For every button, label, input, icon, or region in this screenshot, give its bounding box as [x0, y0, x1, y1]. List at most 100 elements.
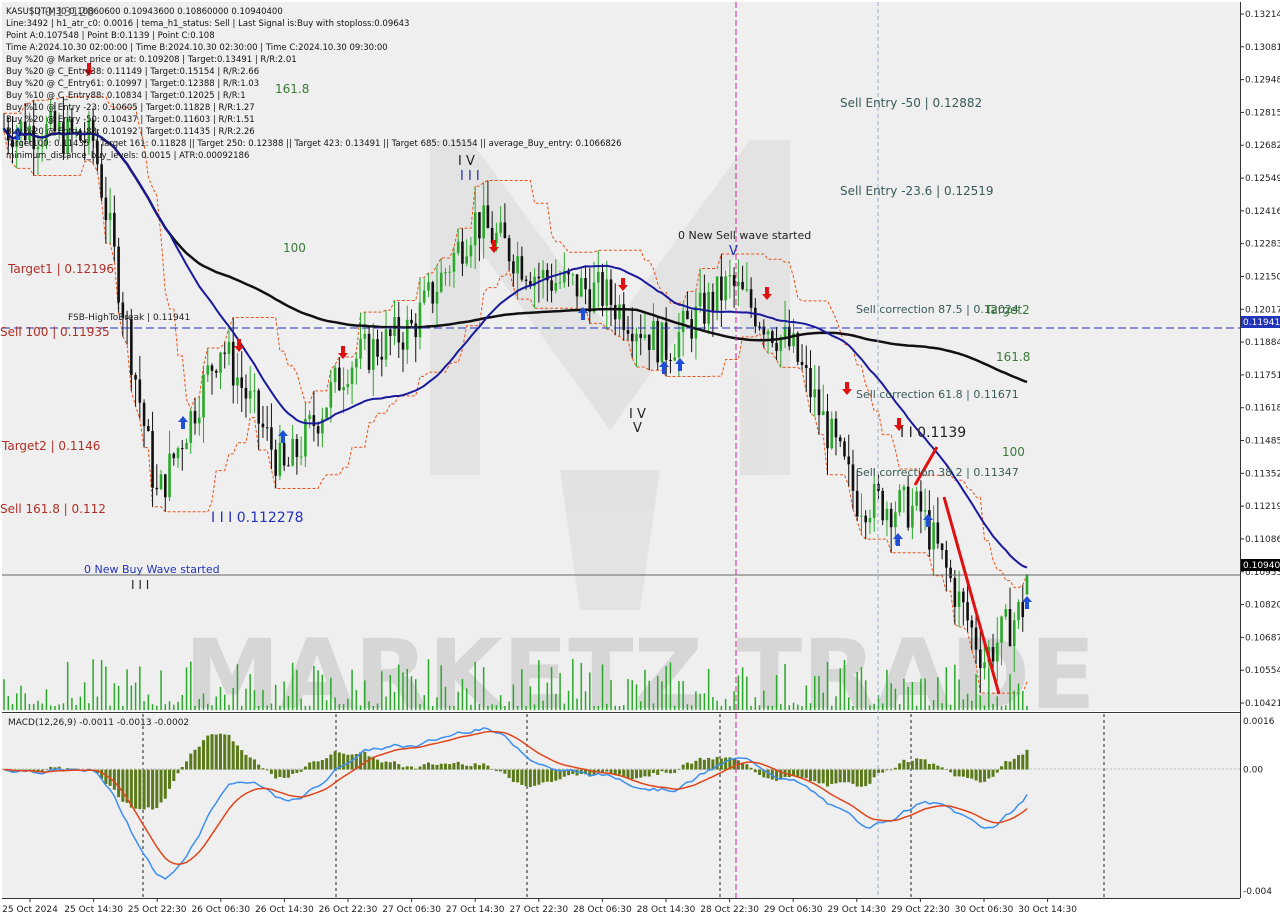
macd-hist-bar [987, 769, 991, 779]
candle-body [244, 387, 248, 399]
candle-body [193, 410, 197, 424]
candle-body [469, 245, 473, 257]
top-label: I I 0.13120 [30, 5, 94, 19]
macd-hist-bar [902, 759, 906, 770]
macd-hist-bar [325, 758, 329, 770]
time-axis-label: 26 Oct 14:30 [255, 905, 314, 915]
candle-body [588, 289, 592, 312]
candle-body [486, 205, 490, 228]
candle-body [715, 276, 719, 312]
candle-body [847, 456, 851, 465]
macd-hist-bar [825, 769, 829, 787]
price-axis-label: 0.11219 [1245, 502, 1280, 512]
macd-hist-bar [834, 769, 838, 784]
candle-body [248, 390, 252, 399]
candle-body [295, 439, 299, 457]
macd-hist-bar [953, 769, 957, 777]
time-axis-label: 25 Oct 14:30 [64, 905, 123, 915]
point-b-label: I I 0.1139 [900, 425, 966, 441]
time-axis-label: 27 Oct 22:30 [509, 905, 568, 915]
macd-hist-bar [155, 769, 159, 809]
candle-body [804, 364, 808, 369]
macd-hist-bar [554, 769, 558, 781]
candle-body [613, 304, 617, 320]
macd-hist-bar [702, 759, 706, 770]
candle-body [231, 341, 235, 386]
macd-hist-bar [966, 769, 970, 778]
macd-hist-bar [112, 769, 116, 790]
time-axis-label: 29 Oct 06:30 [764, 905, 823, 915]
candle-body [210, 365, 214, 371]
macd-hist-bar [927, 763, 931, 770]
candle-body [962, 591, 965, 603]
chart-canvas[interactable]: MARKETZ TRADE 0.13214 0.13081 0.12948 0.128… [0, 0, 1280, 920]
candle-body [601, 271, 604, 306]
candle-body [889, 508, 893, 528]
macd-panel[interactable] [2, 714, 1240, 898]
macd-hist-bar [634, 769, 638, 779]
macd-hist-bar [550, 769, 554, 782]
macd-hist-bar [435, 764, 439, 770]
macd-hist-bar [499, 769, 503, 772]
macd-hist-bar [1021, 754, 1025, 770]
candle-body [223, 352, 227, 354]
macd-hist-bar [422, 764, 426, 770]
candle-body [342, 387, 345, 391]
price-axis-label: 0.12017 [1245, 305, 1280, 315]
candle-body [439, 272, 443, 292]
macd-hist-bar [218, 733, 222, 770]
candle-body [376, 339, 379, 357]
candle-body [605, 279, 609, 306]
macd-hist-bar [231, 741, 235, 770]
price-axis-label: 0.11485 [1245, 437, 1280, 447]
candle-body [422, 290, 426, 303]
macd-hist-bar [889, 769, 893, 771]
time-axis-label: 27 Oct 14:30 [446, 905, 505, 915]
time-axis-label: 30 Oct 06:30 [955, 905, 1014, 915]
macd-hist-bar [176, 769, 180, 774]
candle-body [673, 357, 676, 361]
macd-hist-bar [617, 769, 621, 775]
candle-body [991, 647, 995, 662]
candle-body [652, 320, 655, 350]
candle-body [855, 490, 859, 517]
macd-hist-bar [732, 759, 736, 770]
macd-hist-bar [906, 762, 910, 770]
candle-body [507, 238, 511, 262]
macd-hist-bar [282, 769, 286, 778]
candle-body [176, 448, 180, 459]
macd-hist-bar [533, 769, 537, 786]
macd-hist-bar [121, 769, 125, 802]
macd-hist-bar [185, 761, 189, 770]
candle-body [554, 282, 558, 291]
macd-hist-bar [210, 734, 214, 770]
fsb-label: FSB-HighToBreak | 0.11941 [68, 313, 190, 323]
candle-body [843, 441, 846, 457]
macd-hist-bar [168, 769, 172, 789]
macd-hist-bar [261, 768, 265, 770]
price-axis-label: 0.12150 [1245, 272, 1280, 282]
macd-hist-bar [715, 756, 719, 770]
sell100-label: Sell 100 | 0.11935 [0, 325, 110, 339]
wave-iii-top: I I I [460, 169, 480, 184]
candle-body [189, 410, 193, 443]
candle-body [741, 281, 744, 290]
header-line: Buy %20 @ C_Entry61: 0.10997 | Target:0.… [6, 79, 259, 89]
macd-hist-bar [146, 769, 150, 808]
macd-hist-bar [792, 769, 796, 776]
wave-v-top: V [729, 244, 738, 259]
candle-body [104, 197, 108, 221]
macd-hist-bar [303, 766, 307, 770]
macd-hist-bar [129, 769, 133, 808]
candle-body [983, 662, 986, 669]
macd-hist-bar [830, 769, 834, 784]
candle-body [949, 567, 952, 579]
candle-body [355, 358, 358, 368]
candle-body [197, 417, 201, 424]
sell-corr-38-label: Sell correction 38.2 | 0.11347 [856, 466, 1019, 479]
macd-hist-bar [753, 769, 757, 773]
time-axis-label: 25 Oct 22:30 [128, 905, 187, 915]
candle-body [448, 271, 452, 273]
candle-body [236, 377, 239, 386]
macd-hist-bar [248, 757, 252, 770]
